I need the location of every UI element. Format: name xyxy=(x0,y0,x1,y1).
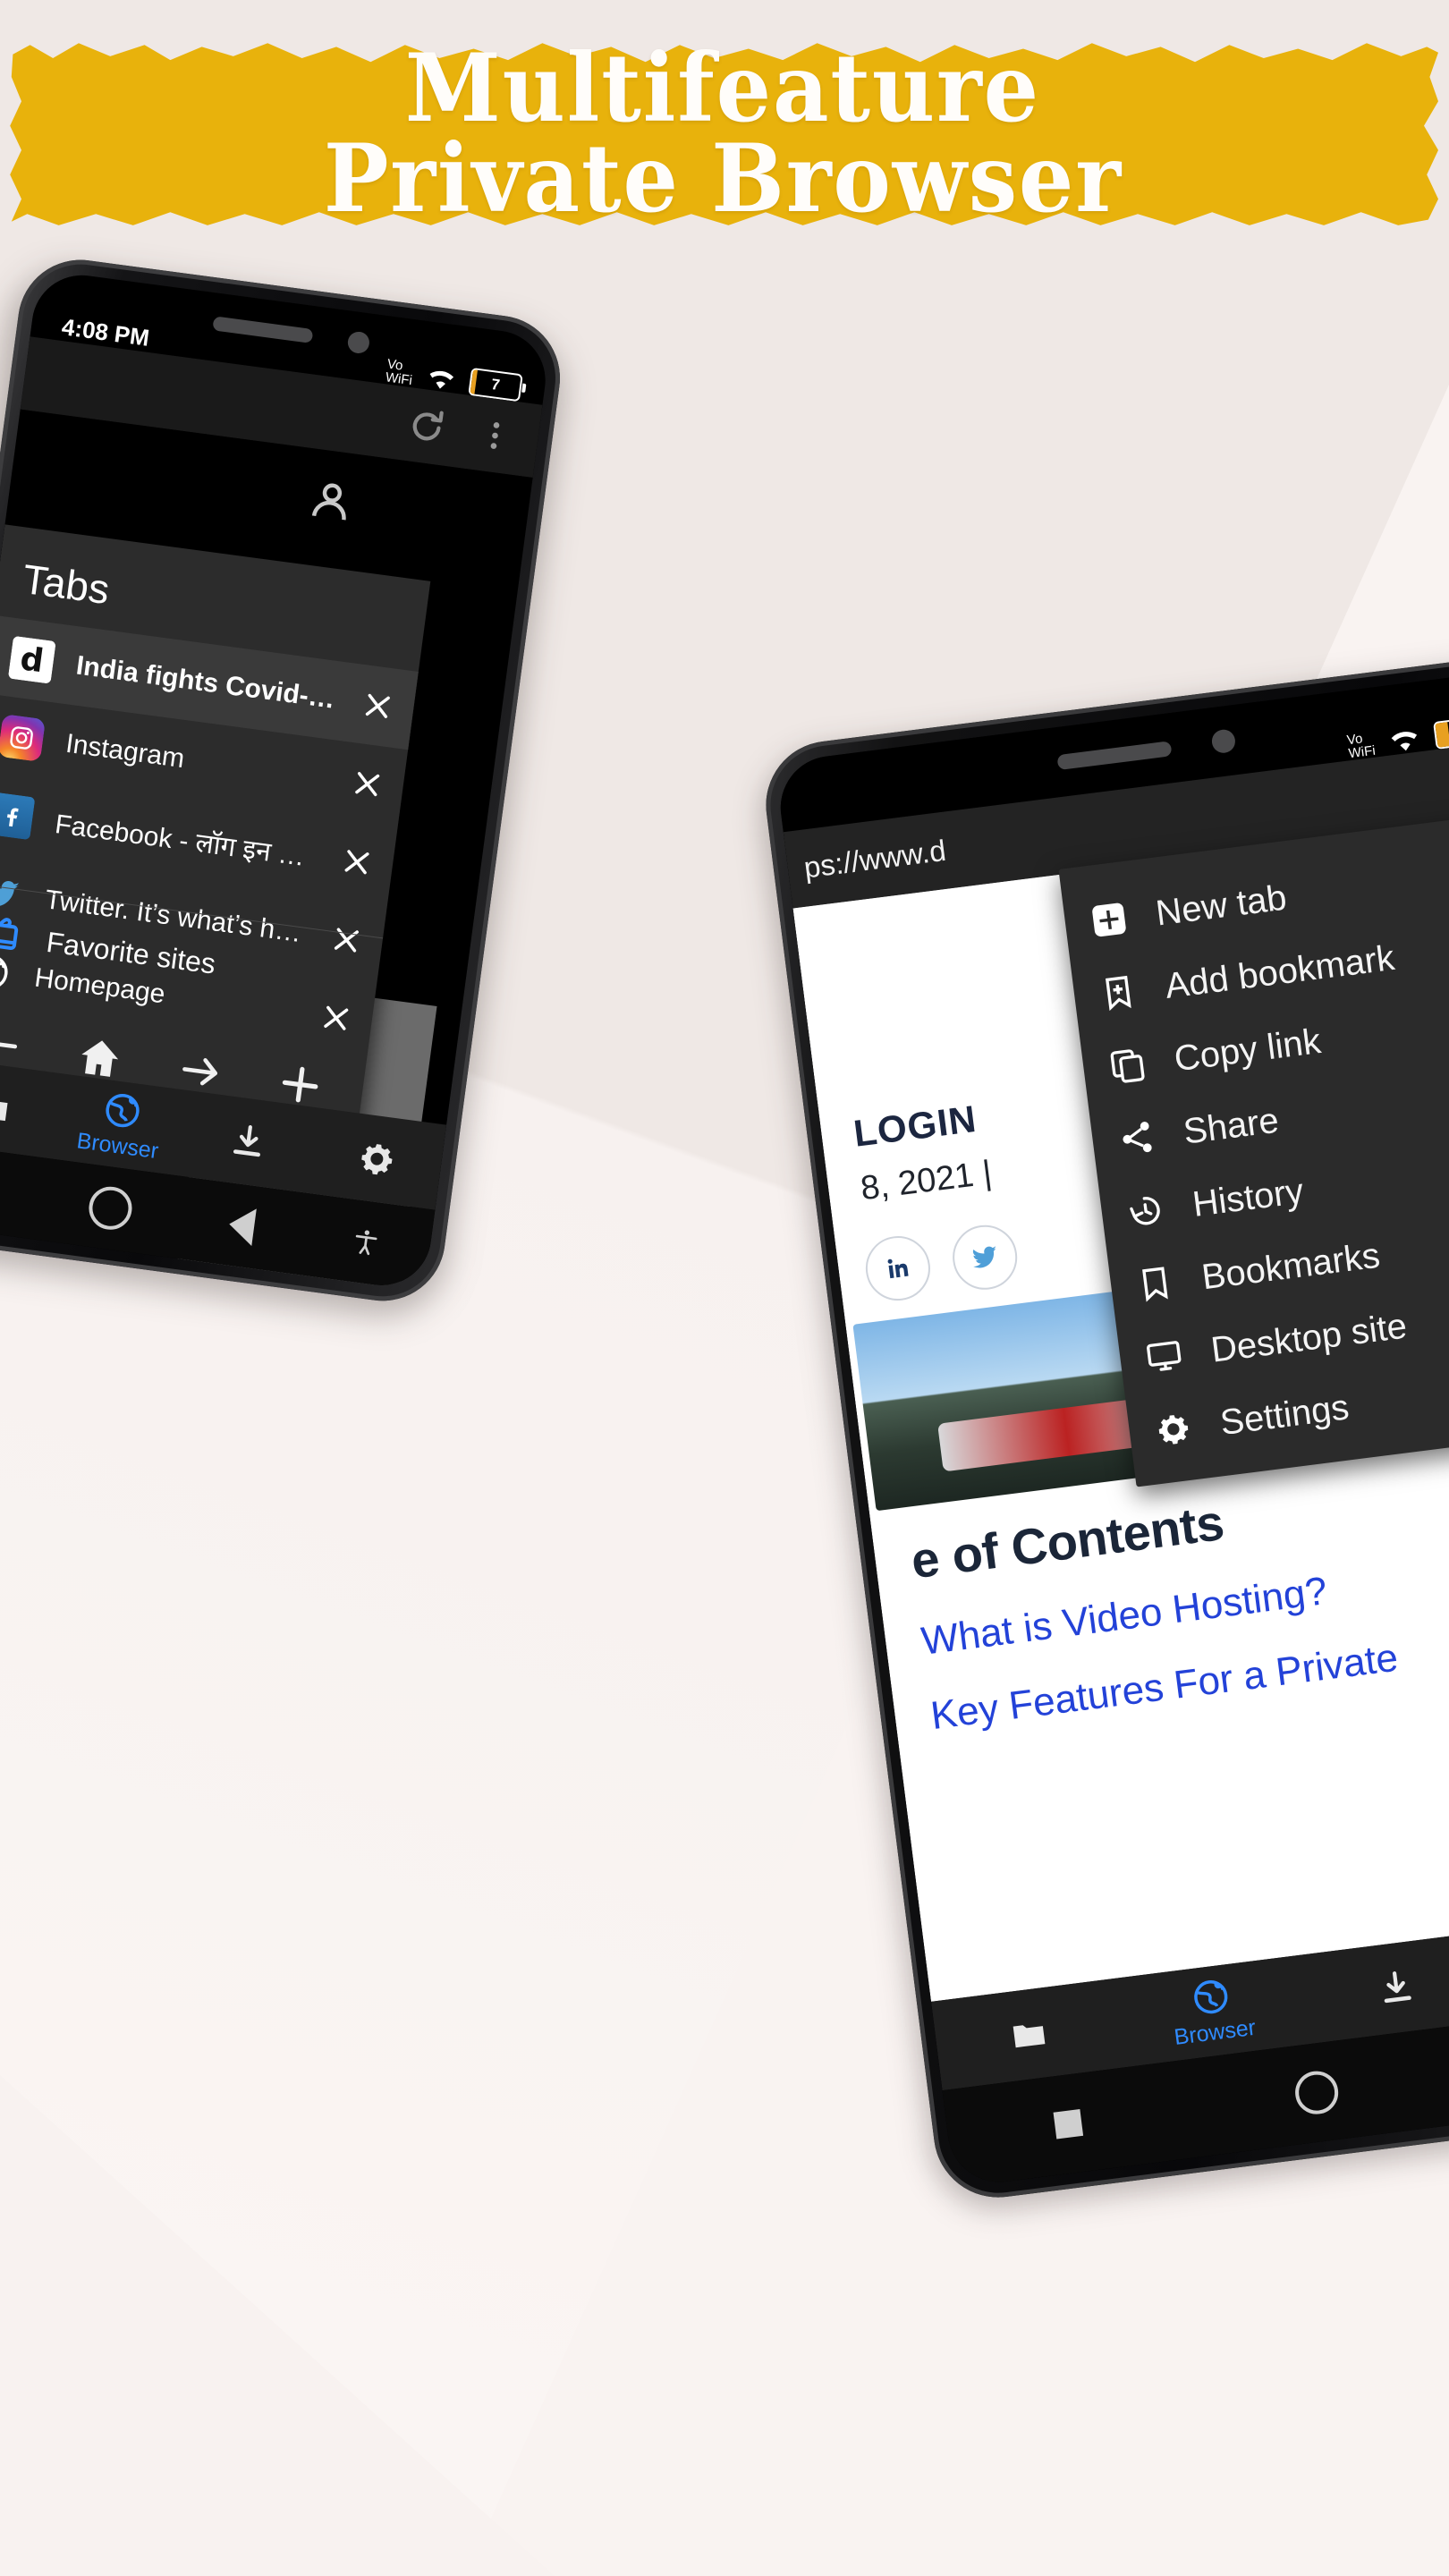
facebook-icon xyxy=(0,792,36,841)
overflow-menu-icon[interactable] xyxy=(475,413,516,459)
bottom-nav-files[interactable] xyxy=(0,1080,59,1136)
close-icon[interactable] xyxy=(358,686,398,726)
gift-card-icon xyxy=(0,908,23,962)
square-icon[interactable] xyxy=(1053,2108,1084,2140)
desktop-icon xyxy=(1141,1334,1187,1379)
bottom-nav-downloads[interactable] xyxy=(1301,1957,1449,2020)
reload-icon[interactable] xyxy=(403,403,450,450)
twitter-icon[interactable] xyxy=(948,1221,1021,1293)
accessibility-icon[interactable] xyxy=(349,1225,383,1259)
tab-title: India fights Covid-1... xyxy=(74,650,339,716)
tabs-drawer-panel: Tabs d India fights Covid-1... Instagram… xyxy=(0,524,431,1148)
right-network-label: Vo WiFi xyxy=(1346,731,1377,761)
bottom-nav-downloads[interactable] xyxy=(182,1114,315,1170)
account-icon[interactable] xyxy=(303,473,360,530)
close-icon[interactable] xyxy=(337,842,377,882)
left-network-label: Vo WiFi xyxy=(385,356,415,388)
share-icon xyxy=(1114,1115,1159,1161)
folder-icon xyxy=(0,1096,8,1122)
tab-title: Facebook - लॉग इन या... xyxy=(53,809,319,875)
menu-label: New tab xyxy=(1153,877,1289,934)
favorite-sites-label: Favorite sites xyxy=(44,925,218,980)
battery-icon: 25 xyxy=(1433,715,1449,750)
globe-icon xyxy=(1193,1979,1227,2013)
menu-label: Add bookmark xyxy=(1162,937,1397,1006)
plus-box-icon xyxy=(1086,897,1131,943)
bottom-nav-browser[interactable]: Browser xyxy=(1116,1965,1309,2056)
menu-label: History xyxy=(1190,1171,1306,1224)
menu-label: Bookmarks xyxy=(1199,1235,1383,1297)
front-camera xyxy=(346,330,371,355)
linkedin-icon[interactable] xyxy=(861,1232,935,1305)
menu-label: Desktop site xyxy=(1208,1305,1410,1370)
bottom-nav-label: Browser xyxy=(1172,2014,1258,2050)
menu-label: Share xyxy=(1181,1100,1281,1152)
bottom-nav-label: Browser xyxy=(75,1127,160,1164)
gear-icon xyxy=(360,1144,393,1175)
copy-icon xyxy=(1105,1042,1150,1088)
tab-title: Instagram xyxy=(64,728,187,775)
gear-icon xyxy=(1150,1406,1196,1452)
menu-label: Settings xyxy=(1217,1386,1352,1443)
front-camera xyxy=(1210,728,1237,755)
bottom-nav-settings[interactable] xyxy=(310,1131,444,1187)
battery-level: 7 xyxy=(490,375,502,394)
headline-line-1: Multifeature xyxy=(404,32,1041,144)
folder-icon xyxy=(1013,2025,1045,2048)
circle-icon[interactable] xyxy=(86,1183,135,1233)
globe-icon xyxy=(106,1093,140,1127)
circle-icon[interactable] xyxy=(1292,2068,1341,2117)
download-icon xyxy=(1384,1971,1411,2004)
instagram-icon xyxy=(0,714,47,762)
headline-banner: Multifeature Private Browser xyxy=(7,39,1438,227)
banner-text: Multifeature Private Browser xyxy=(7,39,1438,227)
bookmark-add-icon xyxy=(1096,970,1141,1015)
bottom-nav-browser[interactable]: Browser xyxy=(52,1082,189,1167)
social-row xyxy=(861,1221,1021,1305)
triangle-back-icon[interactable] xyxy=(226,1205,257,1246)
download-icon xyxy=(233,1125,261,1157)
dailymotion-icon: d xyxy=(7,635,56,684)
bookmark-icon xyxy=(1132,1260,1178,1306)
table-of-contents: e of Contents What is Video Hosting? Key… xyxy=(870,1428,1449,2002)
headline-line-2: Private Browser xyxy=(323,123,1123,233)
close-icon[interactable] xyxy=(347,764,387,804)
menu-label: Copy link xyxy=(1172,1021,1324,1079)
bottom-nav-files[interactable] xyxy=(934,2004,1123,2066)
left-page-content: 1.7K views ine rvices t to Tabs d India … xyxy=(0,409,533,1292)
history-icon xyxy=(1123,1188,1168,1233)
